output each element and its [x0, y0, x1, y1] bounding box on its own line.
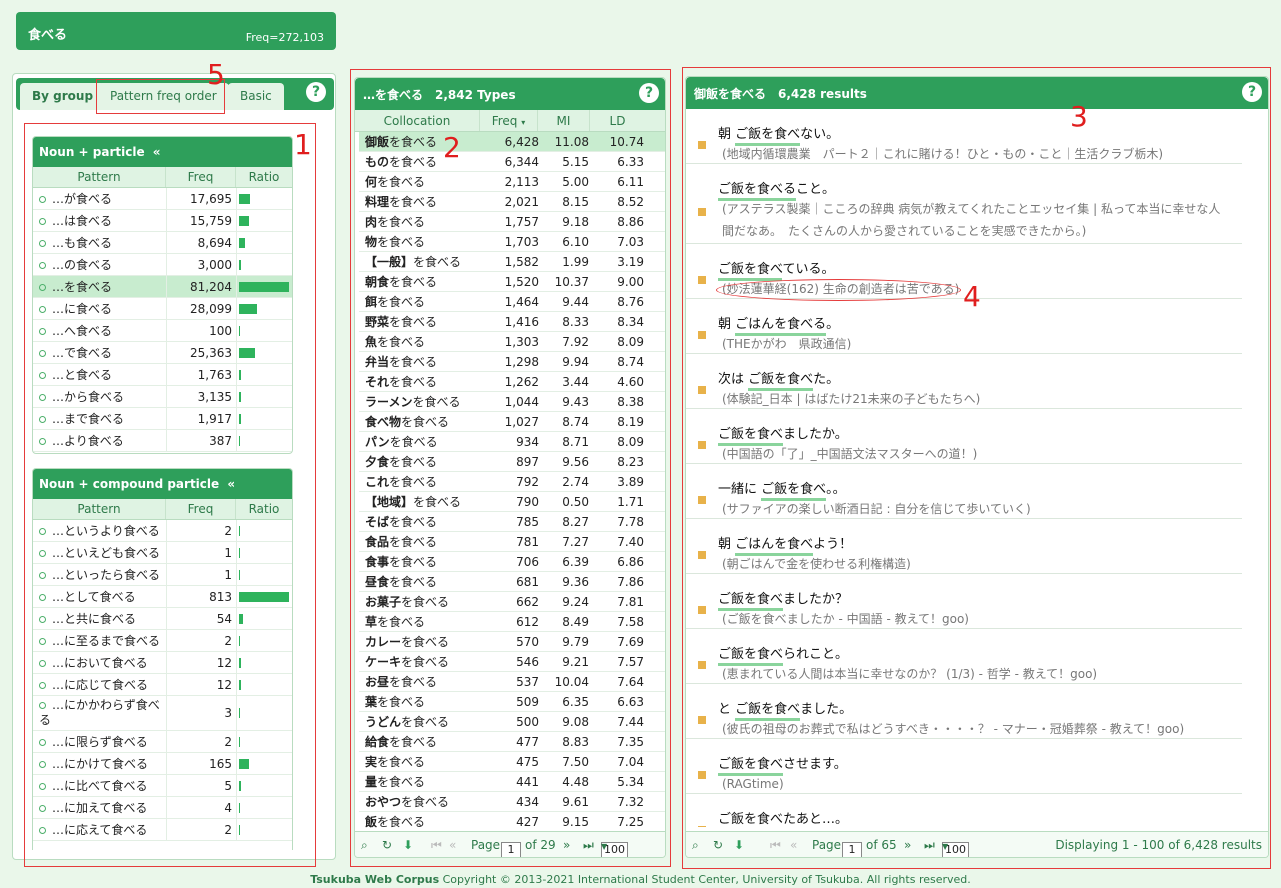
footer: Tsukuba Web Corpus Copyright © 2013-2021… [0, 873, 1281, 886]
annotation-label-5: 5 [207, 58, 225, 91]
annotation-box-1 [24, 123, 316, 867]
annotation-ellipse-4 [716, 279, 961, 301]
footer-brand[interactable]: Tsukuba Web Corpus [310, 873, 439, 886]
tab-basic[interactable]: Basic [228, 83, 284, 110]
annotation-label-3: 3 [1070, 100, 1088, 133]
annotation-box-5 [96, 79, 225, 114]
tab-by-group[interactable]: By group [20, 83, 106, 110]
word-header: 食べる Freq=272,103 [16, 12, 336, 50]
annotation-label-4: 4 [963, 280, 981, 313]
annotation-box-3 [682, 67, 1271, 869]
footer-copyright: Copyright © 2013-2021 International Stud… [439, 873, 971, 886]
annotation-label-1: 1 [294, 128, 312, 161]
annotation-label-2: 2 [443, 131, 461, 164]
word-title: 食べる [28, 28, 68, 43]
word-freq: Freq=272,103 [245, 31, 324, 44]
annotation-box-2 [350, 69, 671, 867]
help-icon[interactable]: ? [306, 82, 326, 102]
